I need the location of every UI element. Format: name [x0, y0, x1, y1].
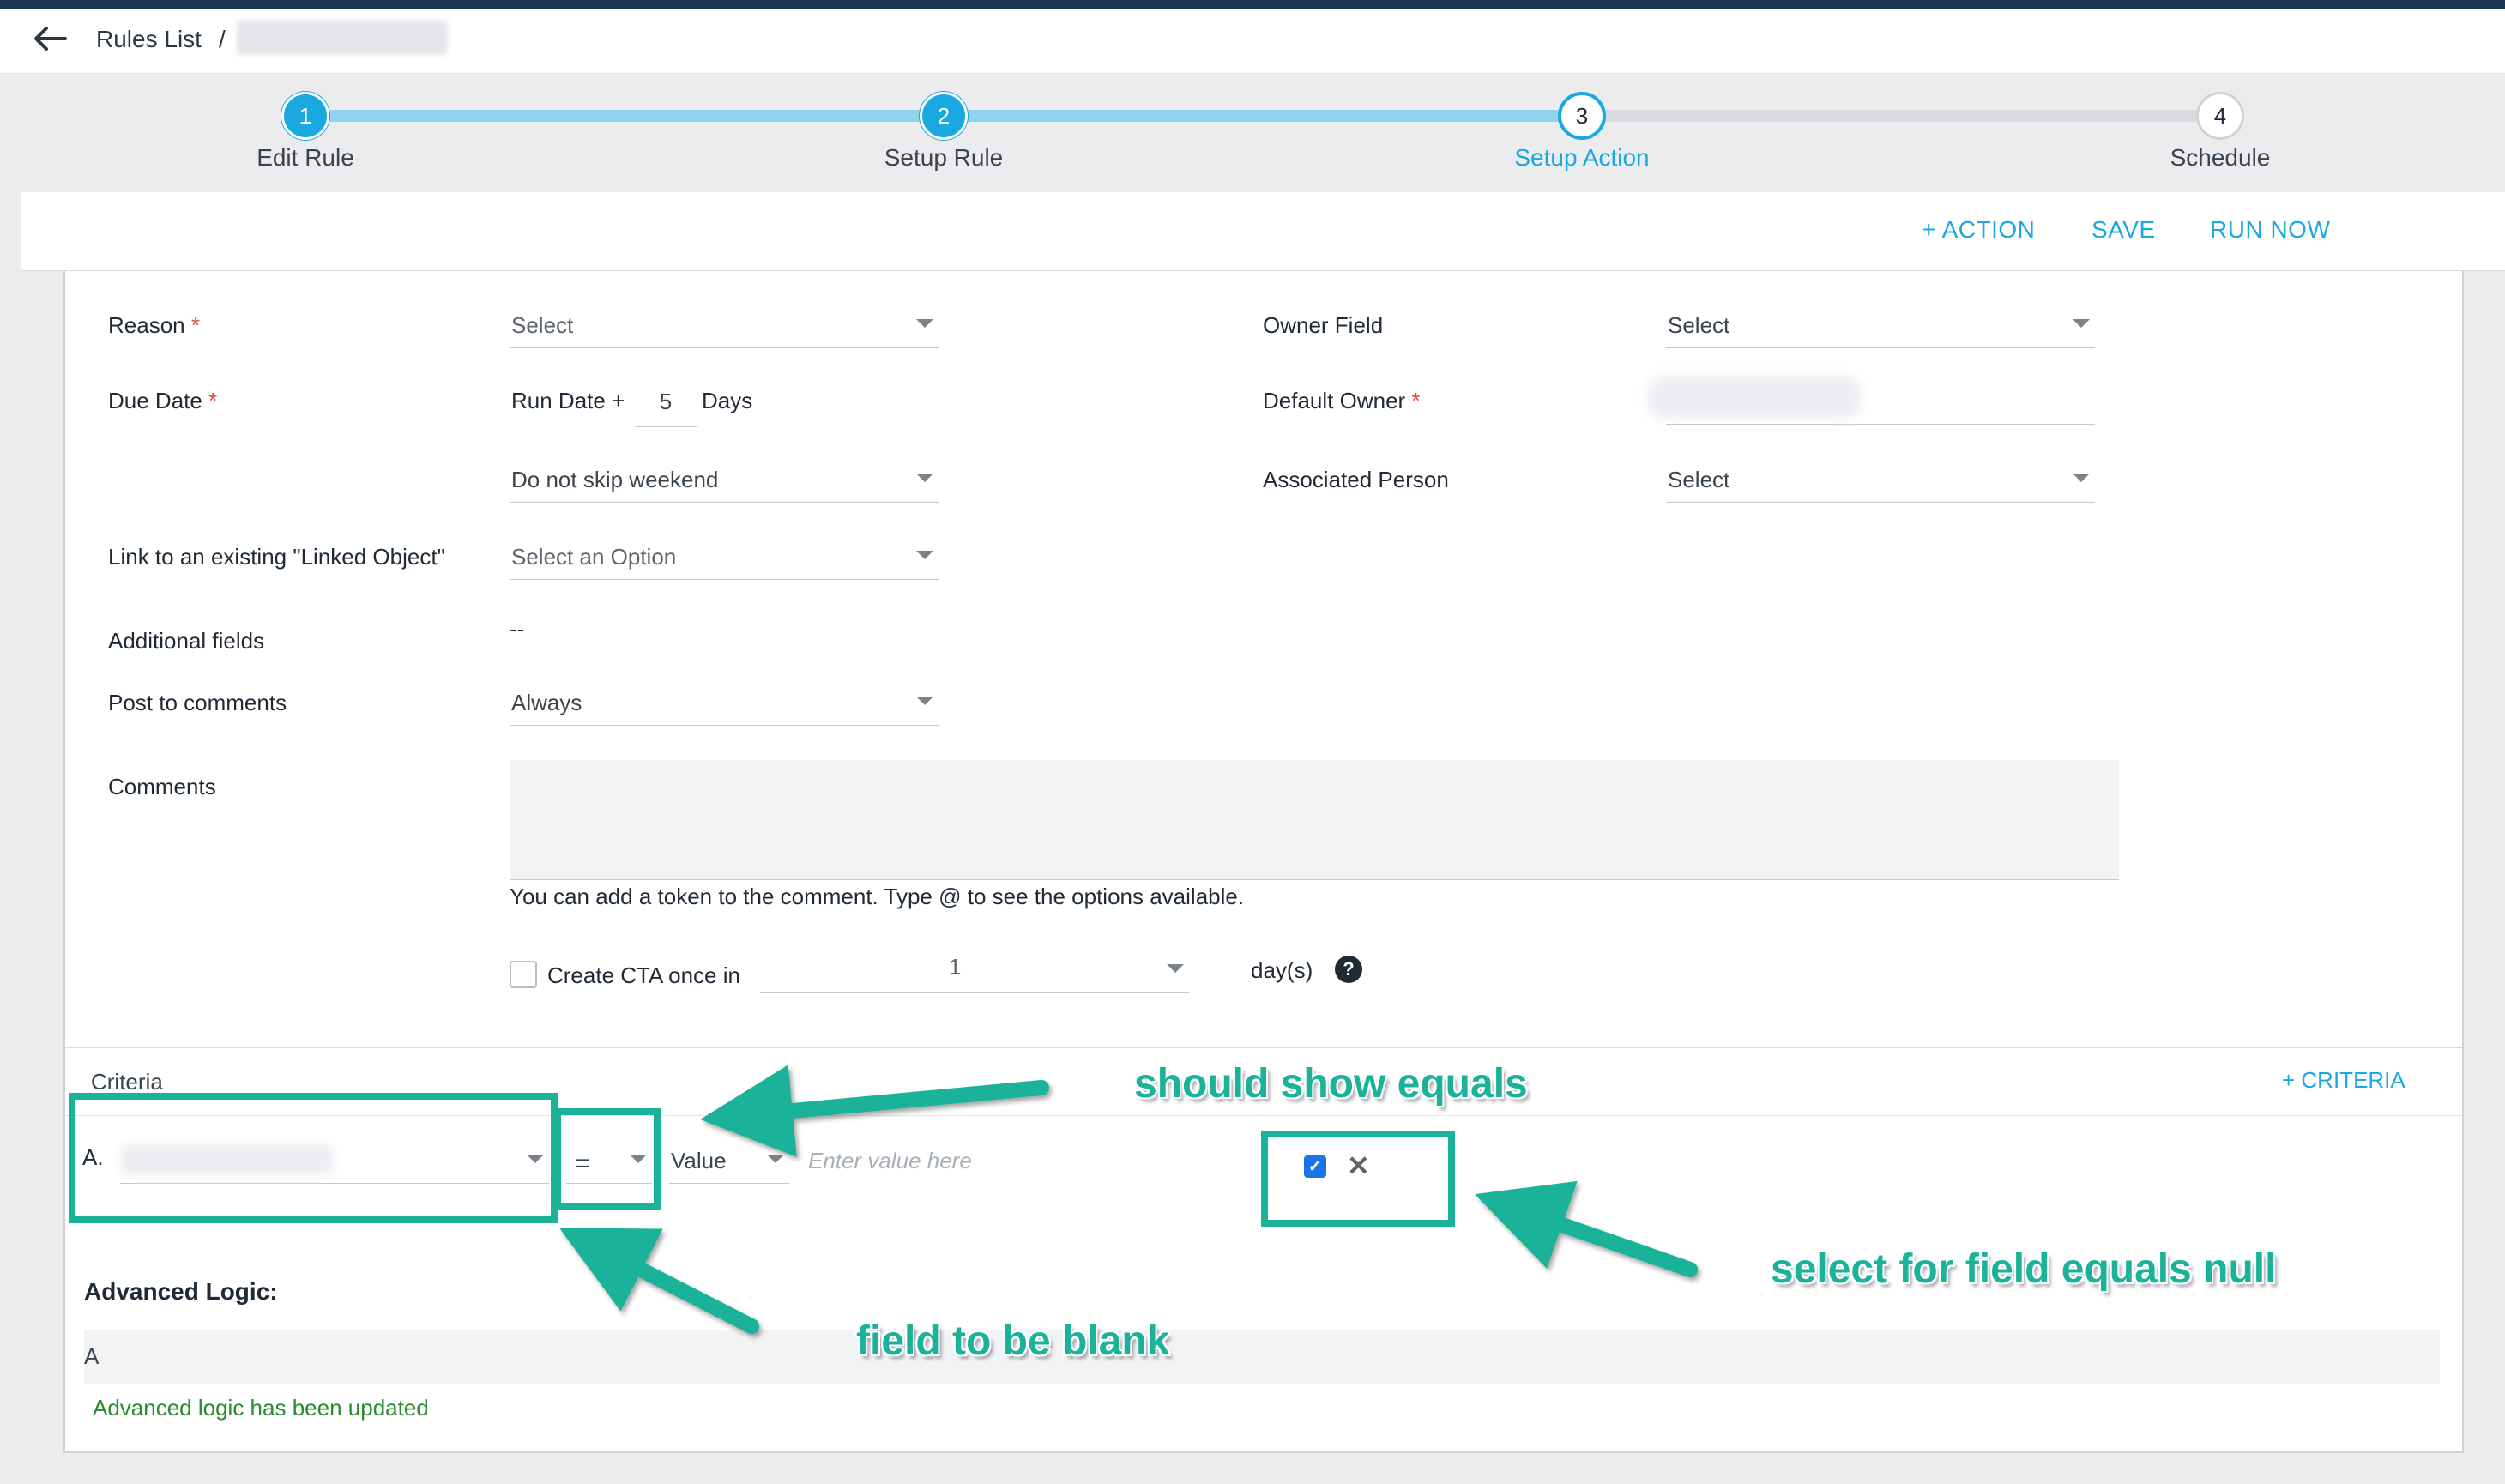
annotation-should-show-equals: should show equals: [1134, 1061, 1528, 1107]
arrow-to-field: [558, 1228, 759, 1334]
arrow-to-operator: [700, 1065, 1049, 1157]
arrow-to-null: [1475, 1180, 1698, 1277]
annotation-field-blank: field to be blank: [856, 1318, 1170, 1364]
annotation-select-null: select for field equals null: [1771, 1246, 2277, 1292]
